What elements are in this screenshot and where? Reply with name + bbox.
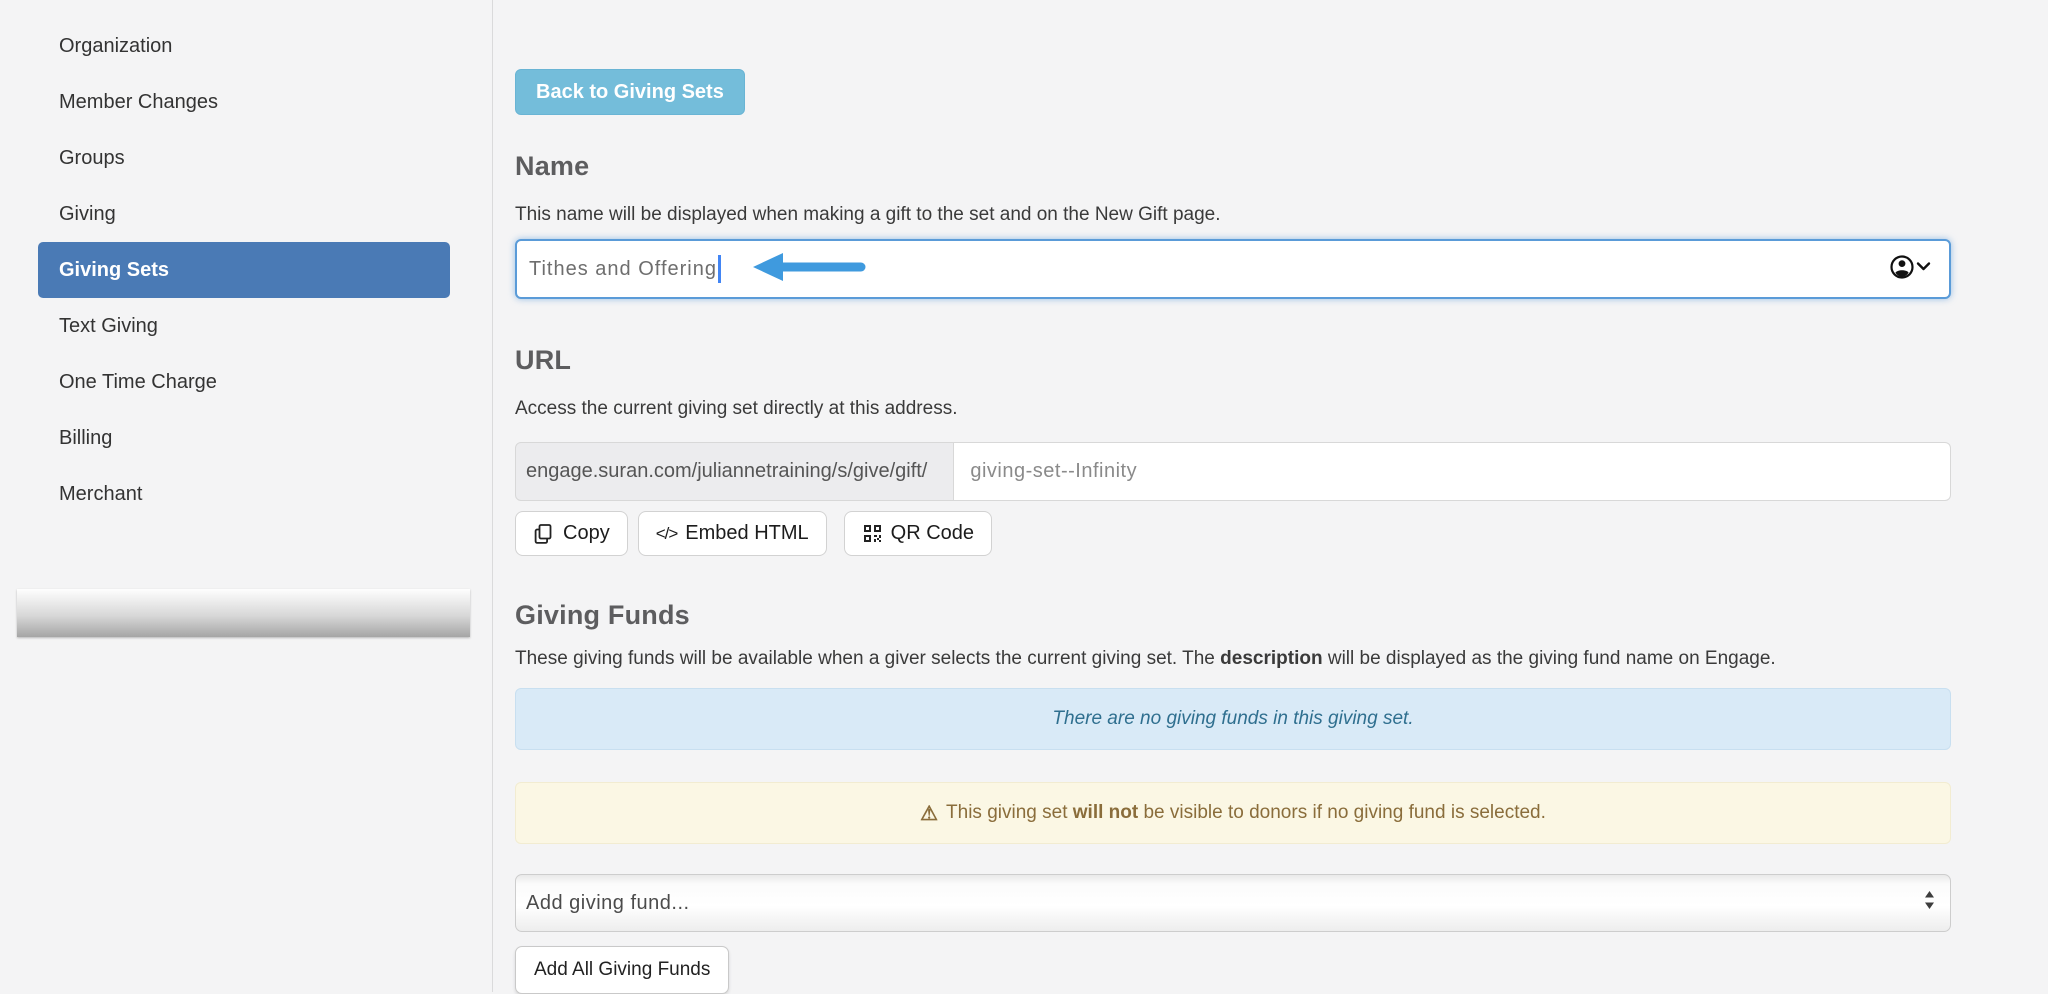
url-field-group: engage.suran.com/juliannetraining/s/give… — [515, 442, 1951, 501]
url-slug-input[interactable]: giving-set--Infinity — [954, 442, 1951, 501]
warning-triangle-icon: ⚠ — [920, 801, 938, 826]
qr-code-button-label: QR Code — [891, 522, 974, 545]
name-section-heading: Name — [515, 151, 1951, 181]
code-icon: </> — [656, 524, 678, 544]
text-caret — [718, 255, 721, 283]
giving-funds-heading: Giving Funds — [515, 600, 1951, 630]
url-section-heading: URL — [515, 345, 1951, 375]
left-arrow-annotation-icon — [753, 250, 868, 289]
autofill-profile-chevron-icon[interactable] — [1889, 253, 1933, 286]
sidebar-item-merchant[interactable]: Merchant — [38, 466, 450, 522]
warning-text-after: be visible to donors if no giving fund i… — [1143, 802, 1545, 824]
copy-icon — [533, 523, 555, 545]
no-funds-notice-text: There are no giving funds in this giving… — [1052, 708, 1413, 730]
funds-desc-bold: description — [1220, 648, 1322, 669]
sidebar-item-giving[interactable]: Giving — [38, 186, 450, 242]
sidebar-nav: Organization Member Changes Groups Givin… — [0, 0, 492, 522]
add-all-giving-funds-button[interactable]: Add All Giving Funds — [515, 946, 729, 994]
name-section-description: This name will be displayed when making … — [515, 204, 1951, 226]
funds-desc-after: will be displayed as the giving fund nam… — [1323, 648, 1776, 669]
main-panel: Back to Giving Sets Name This name will … — [493, 0, 2048, 992]
sidebar-item-giving-sets[interactable]: Giving Sets — [38, 242, 450, 298]
sidebar-item-billing[interactable]: Billing — [38, 410, 450, 466]
sidebar-gradient-placeholder — [17, 589, 470, 637]
add-giving-fund-select-value: Add giving fund... — [526, 892, 690, 915]
sidebar-item-one-time-charge[interactable]: One Time Charge — [38, 354, 450, 410]
sidebar-item-organization[interactable]: Organization — [38, 18, 450, 74]
content-column: Back to Giving Sets Name This name will … — [515, 0, 1951, 994]
giving-funds-description: These giving funds will be available whe… — [515, 648, 1951, 670]
back-to-giving-sets-button[interactable]: Back to Giving Sets — [515, 69, 745, 115]
sidebar-item-text-giving[interactable]: Text Giving — [38, 298, 450, 354]
sidebar-item-member-changes[interactable]: Member Changes — [38, 74, 450, 130]
url-actions: Copy </> Embed HTML QR Code — [515, 511, 1951, 556]
qr-code-button[interactable]: QR Code — [844, 511, 992, 556]
sidebar-item-groups[interactable]: Groups — [38, 130, 450, 186]
warning-text-bold: will not — [1073, 802, 1138, 824]
add-giving-fund-select[interactable]: Add giving fund... — [515, 874, 1951, 932]
qr-code-icon — [862, 523, 883, 544]
sidebar: Organization Member Changes Groups Givin… — [0, 0, 493, 992]
giving-set-name-input[interactable]: Tithes and Offering — [515, 239, 1951, 299]
warning-text-before: This giving set — [946, 802, 1067, 824]
copy-button[interactable]: Copy — [515, 511, 628, 556]
name-input-value: Tithes and Offering — [529, 258, 717, 281]
funds-desc-before: These giving funds will be available whe… — [515, 648, 1220, 669]
url-section-description: Access the current giving set directly a… — [515, 398, 1951, 420]
url-prefix-addon: engage.suran.com/juliannetraining/s/give… — [515, 442, 954, 501]
copy-button-label: Copy — [563, 522, 610, 545]
up-down-stepper-icon — [1923, 889, 1936, 917]
embed-html-button-label: Embed HTML — [685, 522, 808, 545]
visibility-warning: ⚠ This giving set will not be visible to… — [515, 782, 1951, 844]
no-funds-notice: There are no giving funds in this giving… — [515, 688, 1951, 750]
embed-html-button[interactable]: </> Embed HTML — [638, 511, 827, 556]
